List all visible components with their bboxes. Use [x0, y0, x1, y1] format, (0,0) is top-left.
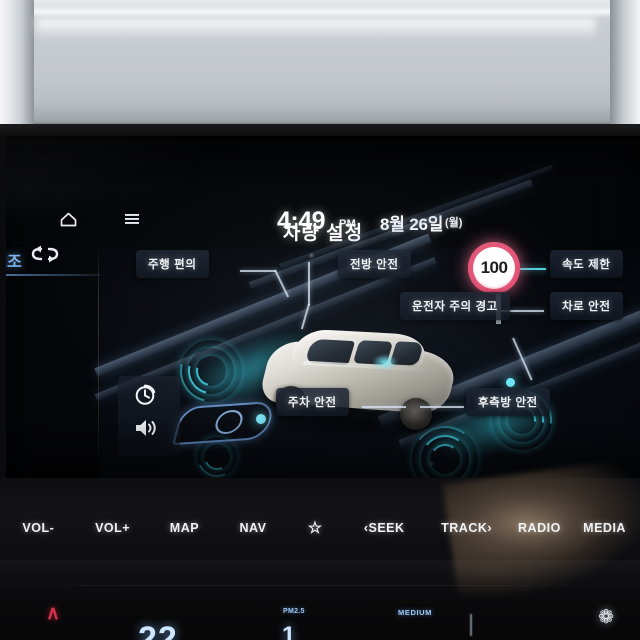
map-button[interactable]: MAP: [149, 521, 221, 535]
leader-line-driving-convenience-a: [240, 270, 276, 272]
climate-separator-tick: [470, 614, 472, 636]
temp-up-chevron-icon[interactable]: ∧: [46, 604, 60, 623]
console-sheen: [0, 560, 640, 600]
seek-back-button[interactable]: ‹SEEK: [345, 521, 424, 535]
callout-driver-attention-warning[interactable]: 운전자 주의 경고: [400, 292, 510, 320]
callout-speed-limit[interactable]: 속도 제한: [550, 250, 623, 278]
node-lane-safety: [506, 378, 515, 387]
driver-assist-diagram: 100 주행 편의 전방 안전 운전자 주의 경고 속도 제한 차로 안전 주차…: [94, 164, 640, 478]
sidebar-nav: 자 보조 스터 I: [6, 244, 102, 478]
track-forward-button[interactable]: TRACK›: [423, 521, 509, 535]
pm25-label: PM2.5: [283, 608, 305, 615]
infotainment-screen[interactable]: 4:49 PM 8월 26일 (월) 차량 설정 자 보조 스터 I: [6, 136, 640, 478]
screen-bezel-top: [6, 136, 640, 144]
speed-limit-value: 100: [480, 258, 508, 277]
screen-speck-a: [310, 254, 313, 257]
vehicle-3d-model: [250, 320, 468, 440]
fan-icon[interactable]: ❁: [598, 606, 614, 629]
volume-speaker-icon[interactable]: [134, 418, 158, 438]
dashboard-top-surface: [0, 0, 640, 132]
radio-button[interactable]: RADIO: [510, 521, 569, 535]
windshield-glare: [36, 18, 596, 40]
volume-up-button[interactable]: VOL+: [77, 521, 149, 535]
fan-mode-label: MEDIUM: [398, 608, 433, 617]
vehicle-wheel-rear: [400, 398, 432, 430]
clock-timer-icon[interactable]: [134, 384, 156, 406]
sidebar-item-driver-assist[interactable]: 자 보조: [6, 248, 22, 272]
speed-limit-sign: 100: [468, 242, 520, 294]
nav-button[interactable]: NAV: [220, 521, 285, 535]
callout-parking-safety[interactable]: 주차 안전: [276, 388, 349, 416]
callout-rear-side-safety[interactable]: 후측방 안전: [466, 388, 550, 416]
vehicle-roof-sensor-glow: [372, 354, 398, 370]
leader-line-parking-safety: [362, 406, 406, 408]
temperature-value: 22: [138, 620, 178, 640]
console-divider: [0, 585, 640, 586]
climate-control-strip: ∧ 22: [0, 596, 640, 640]
hardkey-bar: VOL- VOL+ MAP NAV ☆ ‹SEEK TRACK› RADIO M…: [0, 505, 640, 551]
pm25-value: 1: [282, 622, 296, 640]
favorite-star-button[interactable]: ☆: [286, 518, 345, 538]
leader-line-forward-safety-a: [308, 262, 310, 306]
callout-lane-safety[interactable]: 차로 안전: [550, 292, 623, 320]
leader-line-rear-side-safety: [420, 406, 464, 408]
volume-down-button[interactable]: VOL-: [0, 521, 77, 535]
callout-forward-safety[interactable]: 전방 안전: [338, 250, 411, 278]
sidebar-active-underline: [6, 274, 100, 276]
media-button[interactable]: MEDIA: [569, 521, 640, 535]
page-title: 차량 설정: [282, 223, 364, 244]
sidebar-divider: [98, 244, 99, 478]
callout-driving-convenience[interactable]: 주행 편의: [136, 250, 209, 278]
car-interior-photo: 4:49 PM 8월 26일 (월) 차량 설정 자 보조 스터 I: [0, 0, 640, 640]
screen-speck-b: [430, 462, 433, 465]
